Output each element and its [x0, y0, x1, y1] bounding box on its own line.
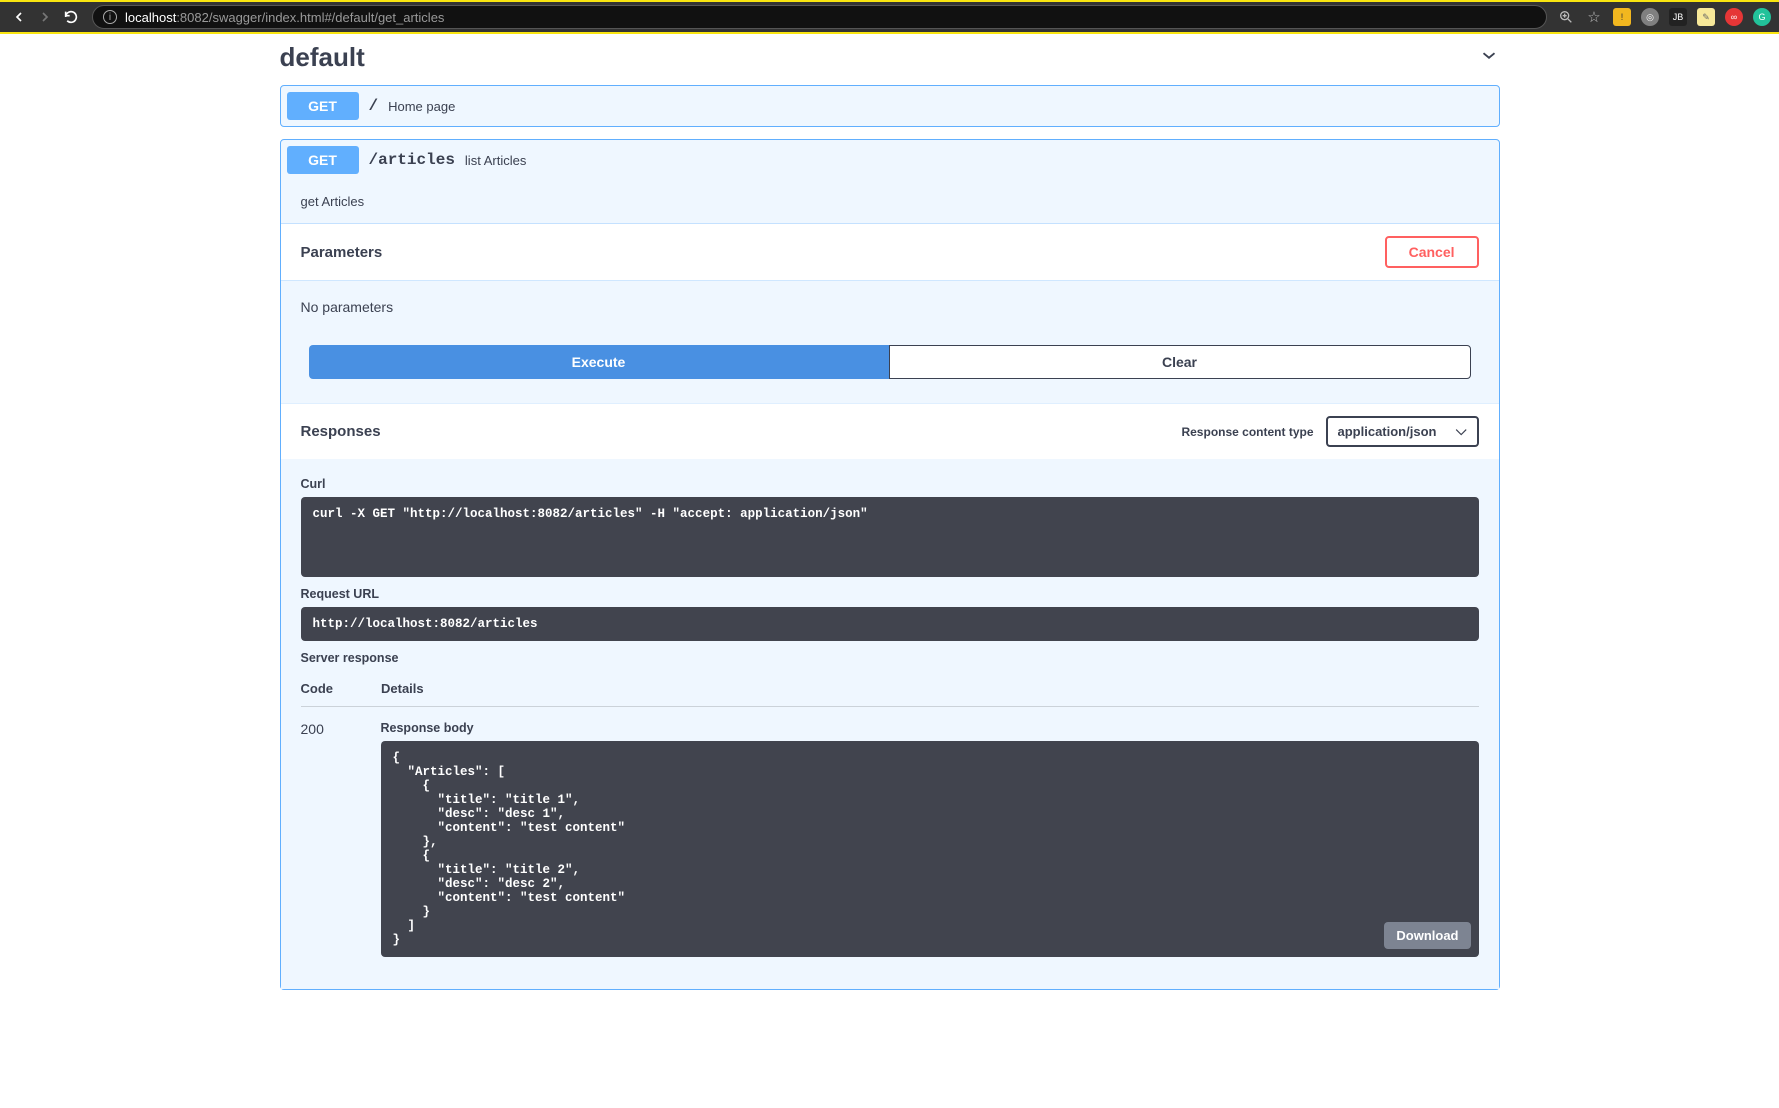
operation-path: / — [369, 97, 379, 115]
ext-icon-5[interactable]: ∞ — [1725, 8, 1743, 26]
parameters-body: No parameters Execute Clear — [281, 281, 1499, 403]
download-button[interactable]: Download — [1384, 922, 1470, 949]
parameters-title: Parameters — [301, 244, 383, 261]
operation-block-articles: GET /articles list Articles get Articles… — [280, 139, 1500, 990]
star-icon[interactable]: ☆ — [1585, 8, 1603, 26]
request-url-label: Request URL — [301, 587, 1479, 601]
curl-block: curl -X GET "http://localhost:8082/artic… — [301, 497, 1479, 577]
responses-header: Responses Response content type applicat… — [281, 403, 1499, 459]
ext-icon-2[interactable]: ◎ — [1641, 8, 1659, 26]
curl-label: Curl — [301, 477, 1479, 491]
response-table-header: Code Details — [301, 671, 1479, 707]
responses-title: Responses — [301, 423, 381, 440]
response-row: 200 Response body { "Articles": [ { "tit… — [301, 707, 1479, 971]
clear-button[interactable]: Clear — [889, 345, 1471, 379]
browser-toolbar: i localhost:8082/swagger/index.html#/def… — [0, 2, 1779, 32]
operation-summary[interactable]: GET / Home page — [281, 86, 1499, 126]
method-badge: GET — [287, 92, 359, 120]
responses-body: Curl curl -X GET "http://localhost:8082/… — [281, 459, 1499, 989]
content-type-label: Response content type — [1181, 425, 1313, 439]
zoom-icon[interactable] — [1557, 8, 1575, 26]
execute-button[interactable]: Execute — [309, 345, 889, 379]
operation-block-home: GET / Home page — [280, 85, 1500, 127]
method-badge: GET — [287, 146, 359, 174]
operation-summary[interactable]: GET /articles list Articles — [281, 140, 1499, 180]
chevron-down-icon — [1478, 44, 1500, 72]
request-url-block: http://localhost:8082/articles — [301, 607, 1479, 641]
cancel-button[interactable]: Cancel — [1385, 236, 1479, 268]
section-title: default — [280, 42, 365, 73]
reload-button[interactable] — [60, 6, 82, 28]
response-body-text: { "Articles": [ { "title": "title 1", "d… — [393, 751, 626, 947]
ext-icon-4[interactable]: ✎ — [1697, 8, 1715, 26]
url-host: localhost — [125, 10, 176, 25]
content-type-select[interactable]: application/json — [1326, 416, 1479, 447]
operation-description: get Articles — [281, 180, 1499, 224]
details-header: Details — [381, 681, 424, 696]
no-parameters-text: No parameters — [301, 299, 1479, 315]
response-code: 200 — [301, 721, 333, 737]
ext-icon-3[interactable]: JB — [1669, 8, 1687, 26]
site-info-icon[interactable]: i — [103, 10, 117, 24]
forward-button[interactable] — [34, 6, 56, 28]
back-button[interactable] — [8, 6, 30, 28]
url-path: :8082/swagger/index.html#/default/get_ar… — [176, 10, 444, 25]
response-body-label: Response body — [381, 721, 1479, 735]
operation-path: /articles — [369, 151, 455, 169]
ext-icon-6[interactable]: G — [1753, 8, 1771, 26]
server-response-label: Server response — [301, 651, 1479, 665]
code-header: Code — [301, 681, 334, 696]
parameters-header: Parameters Cancel — [281, 224, 1499, 281]
section-header[interactable]: default — [280, 34, 1500, 85]
toolbar-icons: ☆ ! ◎ JB ✎ ∞ G — [1557, 8, 1771, 26]
response-body-block: { "Articles": [ { "title": "title 1", "d… — [381, 741, 1479, 957]
operation-summary-text: list Articles — [465, 153, 526, 168]
url-bar[interactable]: i localhost:8082/swagger/index.html#/def… — [92, 5, 1547, 29]
operation-summary-text: Home page — [388, 99, 455, 114]
ext-icon-1[interactable]: ! — [1613, 8, 1631, 26]
